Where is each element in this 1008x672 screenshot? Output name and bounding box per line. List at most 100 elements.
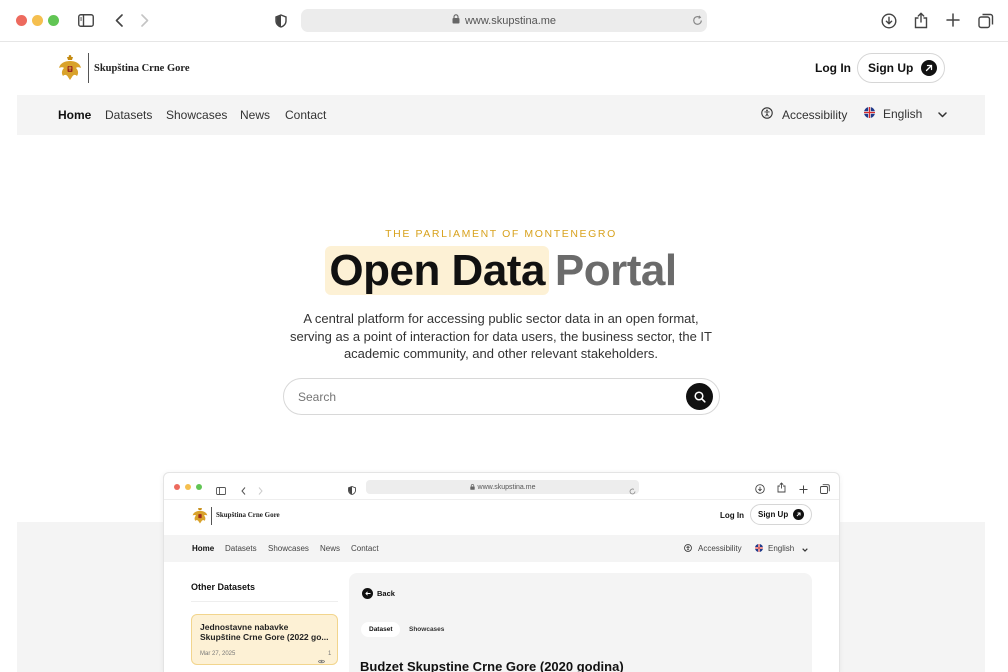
hero-description-line-1: A central platform for accessing public … (303, 311, 699, 326)
preview-forward-icon (258, 482, 263, 500)
preview-uk-flag-icon (755, 544, 763, 554)
close-window-button[interactable] (16, 15, 27, 26)
preview-minimize-dot (185, 484, 191, 490)
preview-sidebar-icon (216, 482, 226, 500)
preview-site-header: Skupština Crne Gore Log In Sign Up (164, 501, 839, 534)
reload-icon[interactable] (691, 14, 704, 27)
preview-close-dot (174, 484, 180, 490)
arrow-up-right-icon (921, 60, 938, 76)
preview-tab-showcases: Showcases (409, 626, 445, 633)
preview-signup-label: Sign Up (758, 510, 789, 519)
preview-accessibility-icon (684, 544, 692, 554)
lock-icon (452, 14, 460, 27)
shield-icon[interactable] (274, 13, 288, 28)
preview-logo-divider (211, 507, 212, 525)
preview-dataset-title: Budzet Skupstine Crne Gore (2020 godina) (360, 659, 624, 672)
login-link[interactable]: Log In (815, 61, 851, 75)
preview-card-title-line-2: Skupštine Crne Gore (2022 go... (200, 632, 329, 642)
hero-description: A central platform for accessing public … (0, 310, 1002, 363)
accessibility-icon (761, 107, 773, 122)
preview-accessibility-label: Accessibility (698, 544, 742, 553)
preview-sidebar-divider (191, 601, 338, 602)
minimize-window-button[interactable] (32, 15, 43, 26)
logo-text: Skupština Crne Gore (94, 62, 190, 74)
preview-arrow-up-right-icon (793, 509, 805, 520)
preview-sidebar-title: Other Datasets (191, 582, 256, 592)
signup-button[interactable]: Sign Up (857, 53, 945, 83)
preview-share-icon (777, 480, 786, 498)
main-nav: Home Datasets Showcases News Contact Acc… (17, 95, 985, 135)
preview-lock-icon (469, 484, 475, 490)
search-input[interactable] (298, 388, 678, 406)
preview-login-link: Log In (720, 511, 744, 520)
hero-title: Open Data Portal (0, 246, 1002, 296)
accessibility-label: Accessibility (782, 107, 848, 122)
nav-item-showcases[interactable]: Showcases (166, 108, 227, 122)
hero-description-line-2: serving as a point of interaction for da… (289, 328, 712, 344)
address-bar[interactable]: www.skupstina.me (301, 9, 707, 32)
signup-label: Sign Up (868, 61, 914, 75)
preview-nav-showcases: Showcases (268, 544, 309, 553)
new-tab-icon[interactable] (945, 12, 961, 28)
search-bar (283, 378, 720, 415)
preview-signup-button: Sign Up (750, 504, 812, 525)
maximize-window-button[interactable] (48, 15, 59, 26)
preview-nav-contact: Contact (351, 544, 379, 553)
preview-nav-home: Home (192, 544, 215, 553)
back-arrow-icon[interactable] (113, 12, 125, 28)
preview-back-icon (241, 482, 246, 500)
forward-arrow-icon[interactable] (139, 12, 151, 28)
address-text: www.skupstina.me (464, 14, 557, 27)
share-icon[interactable] (912, 11, 929, 29)
preview-browser-toolbar: www.skupstina.me (164, 473, 839, 500)
preview-tab-dataset: Dataset (361, 622, 401, 637)
preview-screenshot: www.skupstina.me Skupština Crne Gore Log… (163, 472, 840, 672)
download-icon[interactable] (880, 12, 897, 29)
preview-download-icon (755, 481, 765, 499)
preview-shield-icon (348, 482, 356, 500)
preview-nav-news: News (320, 544, 341, 553)
language-selector[interactable]: English (864, 107, 948, 121)
preview-new-tab-icon (799, 481, 808, 499)
preview-language-label: English (768, 544, 795, 553)
preview-card-date: Mar 27, 2025 (200, 651, 236, 657)
preview-logo-text: Skupština Crne Gore (216, 511, 280, 519)
preview-chevron-down-icon (802, 545, 808, 554)
preview-back-label: Back (377, 589, 395, 598)
site-logo[interactable]: Skupština Crne Gore (58, 52, 190, 84)
hero-eyebrow: THE PARLIAMENT OF MONTENEGRO (385, 228, 617, 240)
preview-card-count: 1 (328, 651, 332, 657)
hero-title-highlight: Open Data (325, 246, 549, 295)
preview-tab-overview-icon (820, 481, 830, 499)
nav-item-contact[interactable]: Contact (285, 108, 326, 122)
tab-overview-icon[interactable] (977, 12, 994, 29)
preview-nav-datasets: Datasets (225, 544, 257, 553)
preview-address-bar: www.skupstina.me (366, 480, 639, 494)
hero-description-line-3: academic community, and other relevant s… (343, 346, 659, 361)
preview-main-panel: Back Dataset Showcases Budzet Skupstine … (349, 573, 812, 672)
preview-address-text: www.skupstina.me (477, 483, 536, 491)
sidebar-toggle-icon[interactable] (77, 12, 95, 28)
language-label: English (883, 107, 923, 121)
preview-maximize-dot (196, 484, 202, 490)
search-button[interactable] (686, 383, 713, 410)
browser-toolbar: www.skupstina.me (0, 0, 1008, 42)
accessibility-button[interactable]: Accessibility (761, 107, 847, 122)
preview-nav: Home Datasets Showcases News Contact Acc… (164, 535, 839, 562)
nav-item-home[interactable]: Home (58, 108, 91, 122)
site-header: Skupština Crne Gore Log In Sign Up (0, 42, 1008, 94)
preview-reload-icon (629, 482, 636, 500)
search-icon (693, 390, 706, 403)
nav-item-news[interactable]: News (240, 108, 270, 122)
coat-of-arms-icon (58, 54, 82, 82)
preview-dataset-card: Jednostavne nabavke Skupštine Crne Gore … (191, 614, 338, 665)
uk-flag-icon (864, 107, 875, 121)
nav-item-datasets[interactable]: Datasets (105, 108, 152, 122)
preview-back-arrow-icon (362, 588, 373, 599)
logo-divider (88, 53, 89, 83)
preview-card-title-line-1: Jednostavne nabavke (200, 622, 289, 632)
hero-title-rest: Portal (554, 246, 677, 295)
chevron-down-icon (938, 107, 948, 121)
preview-eye-icon (317, 651, 326, 669)
preview-coat-of-arms-icon (192, 506, 208, 530)
